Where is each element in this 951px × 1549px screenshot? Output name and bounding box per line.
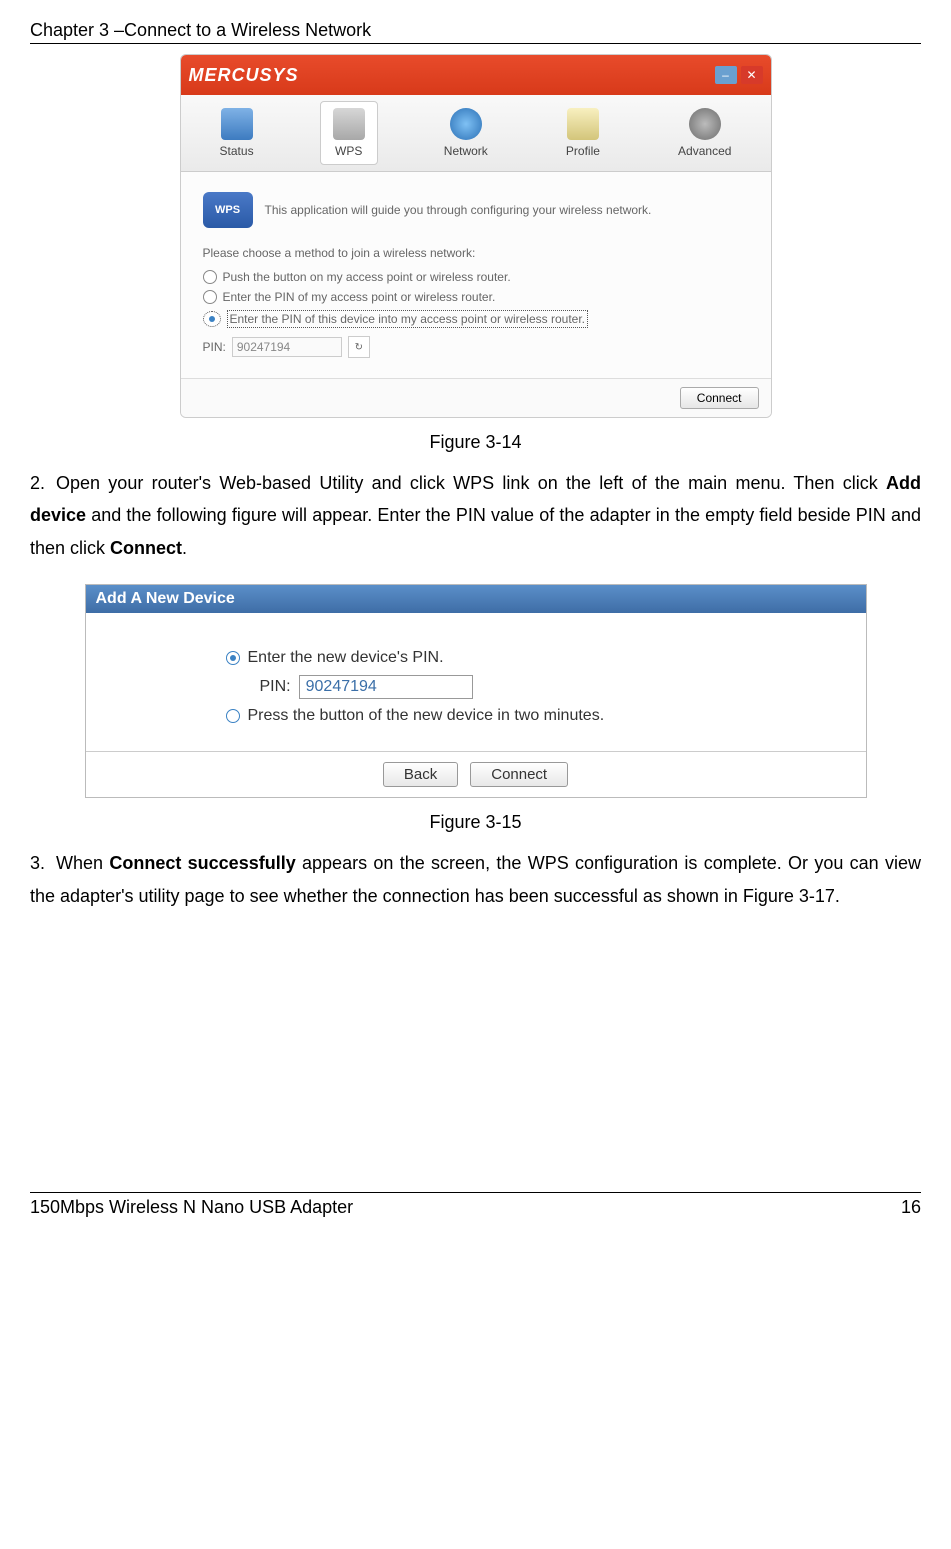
- tab-bar: Status WPS Network Profile Advanced: [181, 95, 771, 172]
- list-number: 3.: [30, 847, 56, 879]
- tab-label: WPS: [335, 144, 362, 158]
- radio-icon: [203, 290, 217, 304]
- radio-enter-pin[interactable]: Enter the new device's PIN.: [226, 649, 776, 667]
- panel-title: Add A New Device: [86, 585, 866, 613]
- globe-icon: [450, 108, 482, 140]
- radio-icon-selected: [226, 651, 240, 665]
- radio-icon: [203, 270, 217, 284]
- brand-logo: MERCUSYS: [189, 65, 299, 86]
- bold-text: Connect successfully: [109, 853, 295, 873]
- chapter-header: Chapter 3 –Connect to a Wireless Network: [30, 20, 921, 44]
- tab-advanced[interactable]: Advanced: [666, 102, 743, 164]
- text: Open your router's Web-based Utility and…: [56, 473, 886, 493]
- gear-icon: [689, 108, 721, 140]
- pin-label: PIN:: [260, 678, 291, 696]
- radio-icon-selected: [203, 311, 221, 327]
- page-number: 16: [901, 1197, 921, 1218]
- tab-profile[interactable]: Profile: [554, 102, 612, 164]
- list-number: 2.: [30, 467, 56, 499]
- monitor-icon: [221, 108, 253, 140]
- radio-label: Push the button on my access point or wi…: [223, 270, 511, 284]
- connect-button[interactable]: Connect: [680, 387, 759, 409]
- tab-label: Status: [220, 144, 254, 158]
- step-3-text: 3.When Connect successfully appears on t…: [30, 847, 921, 912]
- wps-badge-icon: WPS: [203, 192, 253, 228]
- tab-label: Advanced: [678, 144, 731, 158]
- wps-icon: [333, 108, 365, 140]
- bold-text: Connect: [110, 538, 182, 558]
- radio-label: Enter the new device's PIN.: [248, 649, 444, 667]
- figure-caption-15: Figure 3-15: [30, 812, 921, 833]
- tab-status[interactable]: Status: [208, 102, 266, 164]
- pin-input[interactable]: [232, 337, 342, 357]
- radio-push-button[interactable]: Push the button on my access point or wi…: [203, 270, 749, 284]
- minimize-button[interactable]: –: [715, 66, 737, 84]
- step-2-text: 2.Open your router's Web-based Utility a…: [30, 467, 921, 564]
- wps-intro-text: This application will guide you through …: [265, 203, 652, 217]
- radio-label: Enter the PIN of my access point or wire…: [223, 290, 496, 304]
- titlebar: MERCUSYS – ✕: [181, 55, 771, 95]
- pin-input[interactable]: [299, 675, 473, 699]
- app-window: MERCUSYS – ✕ Status WPS Network Profile: [180, 54, 772, 418]
- back-button[interactable]: Back: [383, 762, 458, 787]
- pin-label: PIN:: [203, 340, 226, 354]
- wps-panel: WPS This application will guide you thro…: [181, 172, 771, 378]
- profile-icon: [567, 108, 599, 140]
- tab-network[interactable]: Network: [432, 102, 500, 164]
- tab-label: Network: [444, 144, 488, 158]
- refresh-icon: ↻: [355, 342, 363, 353]
- figure-caption-14: Figure 3-14: [30, 432, 921, 453]
- radio-icon: [226, 709, 240, 723]
- radio-enter-ap-pin[interactable]: Enter the PIN of my access point or wire…: [203, 290, 749, 304]
- page-footer: 150Mbps Wireless N Nano USB Adapter 16: [30, 1192, 921, 1218]
- connect-button[interactable]: Connect: [470, 762, 568, 787]
- radio-press-button[interactable]: Press the button of the new device in tw…: [226, 707, 776, 725]
- refresh-pin-button[interactable]: ↻: [348, 336, 370, 358]
- text: .: [182, 538, 187, 558]
- radio-label: Press the button of the new device in tw…: [248, 707, 605, 725]
- close-button[interactable]: ✕: [741, 66, 763, 84]
- tab-wps[interactable]: WPS: [320, 101, 378, 165]
- text: When: [56, 853, 109, 873]
- choose-method-label: Please choose a method to join a wireles…: [203, 246, 749, 260]
- add-device-panel: Add A New Device Enter the new device's …: [85, 584, 867, 798]
- footer-product: 150Mbps Wireless N Nano USB Adapter: [30, 1197, 353, 1218]
- radio-enter-device-pin[interactable]: Enter the PIN of this device into my acc…: [203, 310, 749, 328]
- tab-label: Profile: [566, 144, 600, 158]
- radio-label: Enter the PIN of this device into my acc…: [227, 310, 589, 328]
